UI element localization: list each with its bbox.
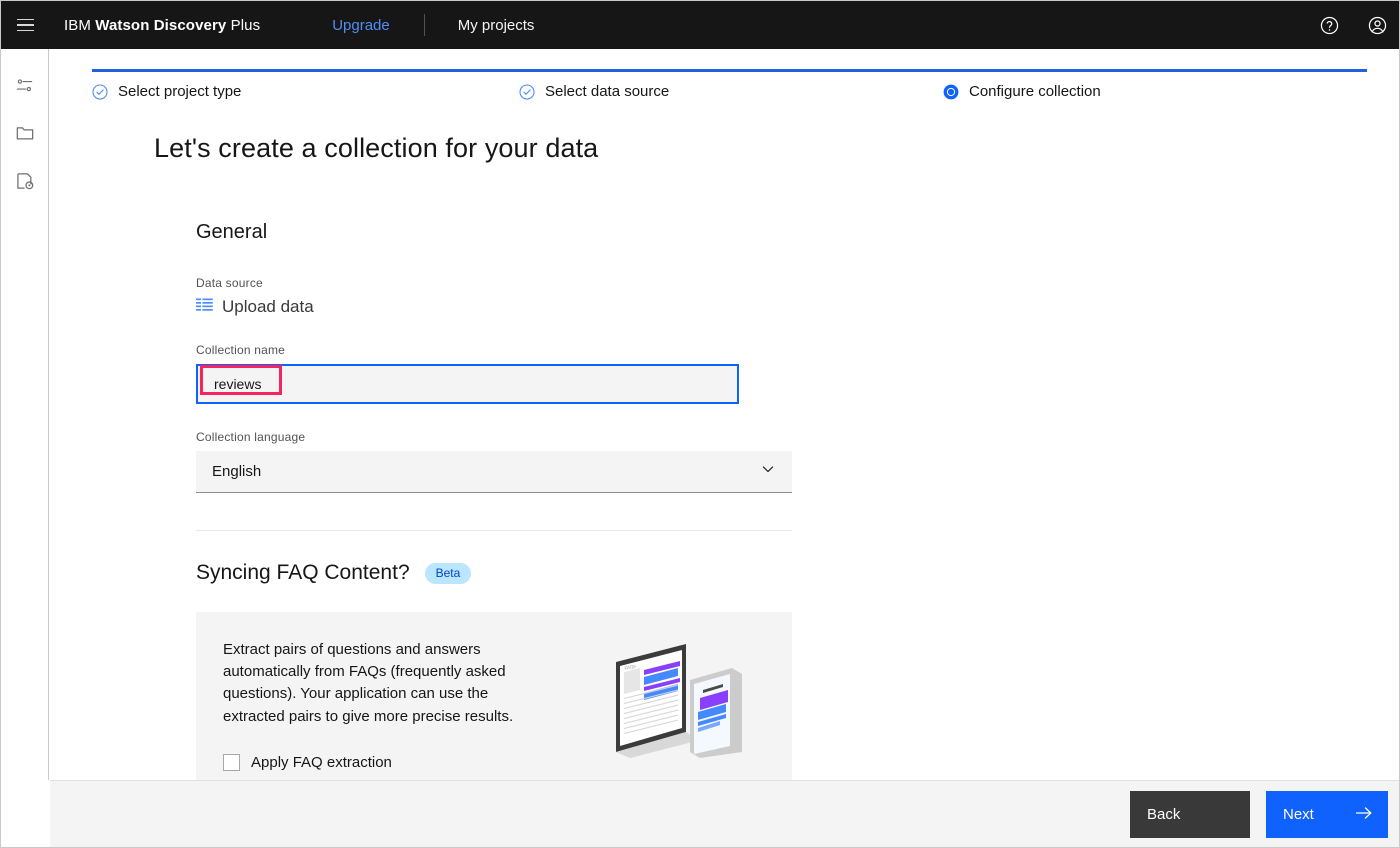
chevron-down-icon [760, 461, 776, 482]
next-button-label: Next [1283, 806, 1314, 823]
step-select-project-type[interactable]: Select project type [92, 83, 241, 100]
hamburger-bar [16, 24, 34, 26]
hamburger-bar [16, 18, 34, 21]
collection-form: General Data source Upload data Collecti… [196, 221, 796, 780]
collection-language-select-wrap: English [196, 451, 792, 493]
collection-name-field-wrap [196, 364, 739, 404]
step-label: Configure collection [969, 83, 1101, 100]
page-title: Let's create a collection for your data [154, 133, 599, 163]
next-button[interactable]: Next [1266, 791, 1388, 838]
data-table-icon [196, 298, 213, 317]
user-avatar-icon[interactable] [1353, 1, 1399, 49]
step-label: Select data source [545, 83, 670, 100]
document-collection-icon[interactable] [1, 157, 49, 205]
faq-section-title: Syncing FAQ Content? [196, 561, 410, 584]
footer-left-spacer [1, 780, 50, 847]
data-source-value: Upload data [222, 297, 314, 316]
nav-upgrade-link[interactable]: Upgrade [332, 17, 390, 34]
app-brand-title[interactable]: IBM Watson Discovery Plus [64, 17, 260, 34]
data-source-value-row: Upload data [196, 297, 796, 317]
hamburger-menu-icon[interactable] [1, 1, 49, 49]
main-content: Select project type Select data source C… [50, 49, 1399, 780]
folder-icon[interactable] [1, 109, 49, 157]
check-circle-icon [92, 83, 108, 100]
back-button[interactable]: Back [1130, 791, 1250, 838]
faq-laptop-tablet-illustration: FAQs [608, 640, 758, 763]
collection-language-select[interactable]: English [196, 451, 792, 493]
collection-language-label: Collection language [196, 430, 306, 444]
data-source-label: Data source [196, 276, 263, 290]
collection-name-input[interactable] [196, 364, 739, 404]
wizard-progress-bar [92, 69, 1367, 72]
brand-suffix: Plus [226, 16, 261, 34]
faq-info-card: Extract pairs of questions and answers a… [196, 612, 792, 780]
top-header: IBM Watson Discovery Plus Upgrade My pro… [1, 1, 1399, 49]
help-circle-icon[interactable] [1305, 1, 1353, 49]
arrow-right-icon [1355, 805, 1373, 825]
faq-section-header: Syncing FAQ Content? Beta [196, 561, 796, 585]
collection-name-label: Collection name [196, 343, 286, 357]
nav-my-projects-link[interactable]: My projects [458, 17, 535, 34]
header-actions [1305, 1, 1399, 49]
brand-bold: Watson Discovery [95, 16, 227, 34]
settings-list-icon[interactable] [1, 61, 49, 109]
faq-extraction-checkbox-row[interactable]: Apply FAQ extraction [223, 754, 392, 771]
general-section-title: General [196, 221, 268, 243]
collection-language-value: English [212, 463, 262, 480]
faq-description: Extract pairs of questions and answers a… [223, 641, 514, 725]
nav-divider [423, 14, 425, 36]
step-configure-collection[interactable]: Configure collection [943, 83, 1101, 100]
radio-filled-icon [943, 84, 959, 100]
hamburger-bar [16, 29, 34, 32]
faq-extraction-label: Apply FAQ extraction [251, 754, 392, 771]
beta-badge: Beta [424, 562, 472, 584]
section-divider [196, 530, 792, 531]
faq-extraction-checkbox[interactable] [223, 754, 240, 771]
wizard-steps: Select project type Select data source C… [92, 83, 1372, 113]
left-nav-rail [1, 49, 49, 847]
step-select-data-source[interactable]: Select data source [519, 83, 669, 100]
brand-prefix: IBM [64, 16, 96, 34]
app-root: IBM Watson Discovery Plus Upgrade My pro… [0, 0, 1400, 848]
step-label: Select project type [118, 83, 242, 100]
check-circle-icon [519, 83, 535, 100]
wizard-footer: Back Next [50, 780, 1399, 847]
